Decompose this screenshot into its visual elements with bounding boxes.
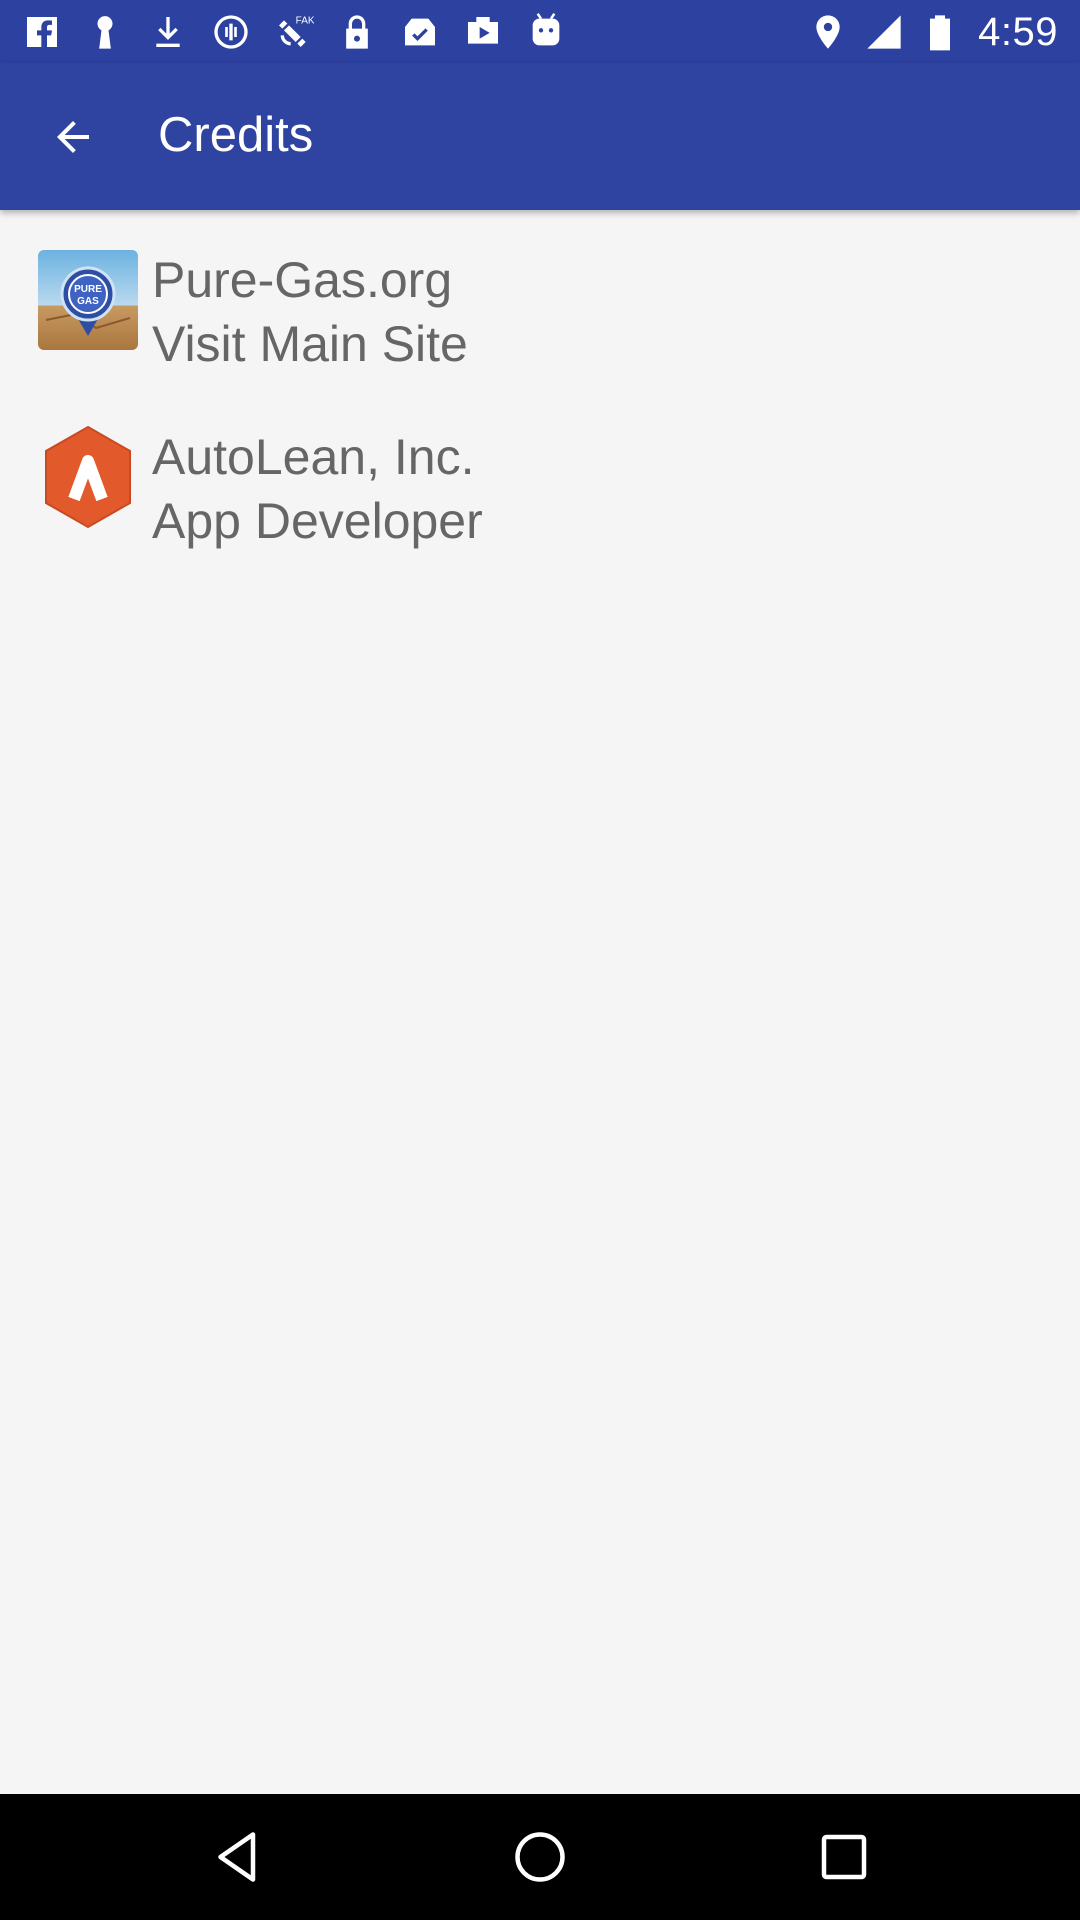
credit-name: AutoLean, Inc. xyxy=(152,429,475,485)
lock-icon xyxy=(337,12,377,52)
nav-recents-button[interactable] xyxy=(806,1819,882,1895)
data-saver-icon xyxy=(211,12,251,52)
location-icon xyxy=(808,12,848,52)
credit-item-pure-gas[interactable]: PURE GAS Pure-Gas.org Visit Main Site xyxy=(36,248,556,372)
credit-text: Pure-Gas.org Visit Main Site xyxy=(152,248,468,376)
back-triangle-icon xyxy=(218,1832,256,1882)
credit-role: Visit Main Site xyxy=(152,316,468,372)
signal-icon xyxy=(864,12,904,52)
credit-text: AutoLean, Inc. App Developer xyxy=(152,425,483,553)
clipboard-check-icon xyxy=(400,12,440,52)
autolean-logo-icon xyxy=(45,425,131,529)
svg-text:FAKE: FAKE xyxy=(296,16,314,27)
battery-icon xyxy=(920,12,960,52)
app-bar: Credits xyxy=(0,63,1080,210)
svg-text:GAS: GAS xyxy=(77,296,99,307)
home-circle-icon xyxy=(515,1832,565,1882)
svg-text:PURE: PURE xyxy=(74,284,102,295)
fake-gps-icon: FAKE xyxy=(274,12,314,52)
download-icon xyxy=(148,12,188,52)
pure-gas-logo-icon: PURE GAS xyxy=(38,250,138,350)
notification-icons: FAKE xyxy=(22,10,589,54)
nav-back-button[interactable] xyxy=(200,1819,276,1895)
recents-square-icon xyxy=(821,1834,867,1880)
keyhole-icon xyxy=(85,12,125,52)
arrow-back-icon xyxy=(57,121,89,153)
credit-role: App Developer xyxy=(152,493,483,549)
youtube-icon xyxy=(463,12,503,52)
clock: 4:59 xyxy=(978,9,1058,54)
page-title: Credits xyxy=(158,108,314,162)
fb-lite-icon xyxy=(22,12,62,52)
back-button[interactable] xyxy=(38,102,108,172)
navigation-bar xyxy=(0,1794,1080,1920)
system-status-icons: 4:59 xyxy=(792,10,1058,54)
status-bar: FAKE 4:59 xyxy=(0,0,1080,63)
credit-name: Pure-Gas.org xyxy=(152,252,453,308)
android-icon xyxy=(526,12,566,52)
nav-home-button[interactable] xyxy=(502,1819,578,1895)
credit-item-autolean[interactable]: AutoLean, Inc. App Developer xyxy=(36,425,556,549)
